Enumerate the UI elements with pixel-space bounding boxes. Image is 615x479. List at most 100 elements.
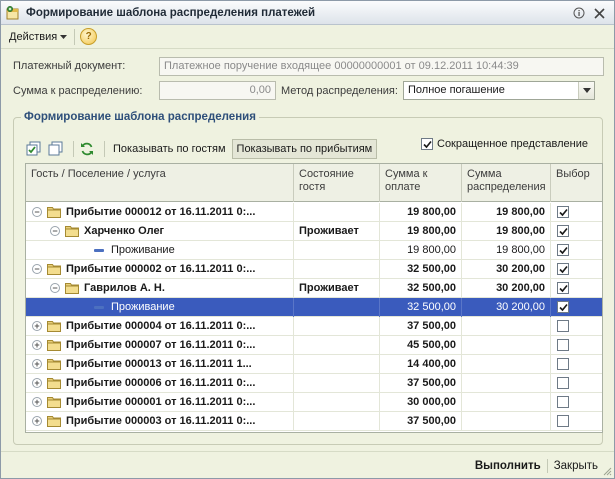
folder-icon — [47, 377, 61, 389]
cell-guest: − Харченко Олег — [26, 222, 294, 241]
table-row[interactable]: + Прибытие 000003 от 16.11.2011 0:... 37 5… — [26, 412, 602, 431]
window-title: Формирование шаблона распределения плате… — [26, 6, 316, 19]
table-row[interactable]: − Гаврилов А. Н. Проживает 32 500,00 30 200,… — [26, 279, 602, 298]
show-by-guests-button[interactable]: Показывать по гостям — [109, 141, 230, 157]
column-header-choice[interactable]: Выбор — [551, 164, 602, 202]
check-icon — [558, 227, 568, 235]
table-row[interactable]: Проживание 19 800,00 19 800,00 — [26, 241, 602, 260]
collapse-icon[interactable]: − — [32, 207, 42, 217]
toolbar-separator — [104, 141, 105, 157]
close-button[interactable]: Закрыть — [548, 460, 604, 472]
expand-icon[interactable]: + — [32, 321, 42, 331]
cell-guest: + Прибытие 000004 от 16.11.2011 0:... — [26, 317, 294, 336]
cell-guest: Проживание — [26, 241, 294, 260]
choice-checkbox[interactable] — [557, 339, 569, 351]
menu-separator — [74, 28, 76, 45]
cell-distribution — [462, 412, 551, 431]
choice-checkbox[interactable] — [557, 415, 569, 427]
row-label: Харченко Олег — [84, 225, 165, 237]
menu-bar: Действия ? — [1, 25, 614, 49]
table-row[interactable]: + Прибытие 000013 от 16.11.2011 1... 14 40… — [26, 355, 602, 374]
cell-guest: − Прибытие 000002 от 16.11.2011 0:... — [26, 260, 294, 279]
cell-distribution: 30 200,00 — [462, 298, 551, 317]
choice-checkbox[interactable] — [557, 358, 569, 370]
folder-icon — [47, 206, 61, 218]
expand-icon[interactable]: + — [32, 416, 42, 426]
choice-checkbox[interactable] — [557, 263, 569, 275]
row-label: Прибытие 000001 от 16.11.2011 0:... — [66, 396, 256, 408]
expand-icon[interactable]: + — [32, 340, 42, 350]
table-row[interactable]: + Прибытие 000001 от 16.11.2011 0:... 30 0… — [26, 393, 602, 412]
cell-distribution: 30 200,00 — [462, 260, 551, 279]
sum-to-distribute-field[interactable]: 0,00 — [159, 81, 276, 100]
resize-grip-icon[interactable] — [602, 466, 612, 476]
table-row[interactable]: + Прибытие 000006 от 16.11.2011 0:... 37 5… — [26, 374, 602, 393]
title-bar[interactable]: Формирование шаблона распределения плате… — [1, 1, 614, 25]
toolbar-separator — [73, 141, 74, 157]
check-icon — [558, 265, 568, 273]
refresh-icon[interactable] — [78, 140, 96, 158]
table-row[interactable]: Проживание 32 500,00 30 200,00 — [26, 298, 602, 317]
cell-sum: 37 500,00 — [380, 374, 462, 393]
column-header-distribution[interactable]: Сумма распределения — [462, 164, 551, 202]
choice-checkbox[interactable] — [557, 301, 569, 313]
check-icon — [558, 284, 568, 292]
column-header-state[interactable]: Состояние гостя — [294, 164, 380, 202]
cell-guest: Проживание — [26, 298, 294, 317]
folder-icon — [65, 282, 79, 294]
choice-checkbox[interactable] — [557, 225, 569, 237]
cell-state — [294, 336, 380, 355]
short-view-check-icon[interactable] — [421, 138, 433, 150]
dropdown-arrow-icon[interactable] — [578, 82, 594, 99]
distribution-method-label: Метод распределения: — [281, 85, 398, 97]
info-icon[interactable] — [572, 6, 586, 20]
cell-sum: 14 400,00 — [380, 355, 462, 374]
cell-sum: 19 800,00 — [380, 203, 462, 222]
choice-checkbox[interactable] — [557, 244, 569, 256]
check-icon — [558, 303, 568, 311]
cell-distribution — [462, 317, 551, 336]
folder-icon — [65, 225, 79, 237]
choice-checkbox[interactable] — [557, 282, 569, 294]
choice-checkbox[interactable] — [557, 206, 569, 218]
table-row[interactable]: − Харченко Олег Проживает 19 800,00 19 800,0… — [26, 222, 602, 241]
distribution-method-select[interactable]: Полное погашение — [403, 81, 595, 100]
close-icon[interactable] — [592, 6, 606, 20]
table-row[interactable]: − Прибытие 000002 от 16.11.2011 0:... 32 5… — [26, 260, 602, 279]
folder-icon — [47, 320, 61, 332]
payment-document-field[interactable]: Платежное поручение входящее 00000000001… — [159, 57, 604, 76]
cell-guest: − Гаврилов А. Н. — [26, 279, 294, 298]
distribution-method-value: Полное погашение — [408, 84, 505, 96]
expand-icon[interactable]: + — [32, 378, 42, 388]
choice-checkbox[interactable] — [557, 377, 569, 389]
row-label: Прибытие 000007 от 16.11.2011 0:... — [66, 339, 256, 351]
column-header-sum[interactable]: Сумма к оплате — [380, 164, 462, 202]
check-all-icon[interactable] — [25, 140, 43, 158]
collapse-icon[interactable]: − — [50, 226, 60, 236]
expand-icon[interactable]: + — [32, 397, 42, 407]
choice-checkbox[interactable] — [557, 396, 569, 408]
folder-icon — [47, 396, 61, 408]
cell-state — [294, 203, 380, 222]
table-row[interactable]: + Прибытие 000004 от 16.11.2011 0:... 37 5… — [26, 317, 602, 336]
uncheck-all-icon[interactable] — [47, 140, 65, 158]
collapse-icon[interactable]: − — [50, 283, 60, 293]
show-by-arrivals-button[interactable]: Показывать по прибытиям — [231, 139, 378, 159]
column-header-guest[interactable]: Гость / Поселение / услуга — [26, 164, 294, 202]
table-header: Гость / Поселение / услуга Состояние гос… — [26, 164, 602, 202]
row-label: Проживание — [111, 244, 175, 256]
row-label: Проживание — [111, 301, 175, 313]
choice-checkbox[interactable] — [557, 320, 569, 332]
table-row[interactable]: − Прибытие 000012 от 16.11.2011 0:... 19 8… — [26, 203, 602, 222]
collapse-icon[interactable]: − — [32, 264, 42, 274]
help-icon[interactable]: ? — [80, 28, 98, 45]
short-view-checkbox[interactable]: Сокращенное представление — [421, 138, 588, 150]
footer-bar: Выполнить Закрыть — [1, 451, 614, 479]
cell-state — [294, 355, 380, 374]
expand-icon[interactable]: + — [32, 359, 42, 369]
actions-menu[interactable]: Действия — [6, 31, 70, 43]
execute-button[interactable]: Выполнить — [469, 460, 547, 472]
table-row[interactable]: + Прибытие 000007 от 16.11.2011 0:... 45 5… — [26, 336, 602, 355]
row-label: Прибытие 000003 от 16.11.2011 0:... — [66, 415, 256, 427]
chevron-down-icon — [60, 34, 68, 39]
